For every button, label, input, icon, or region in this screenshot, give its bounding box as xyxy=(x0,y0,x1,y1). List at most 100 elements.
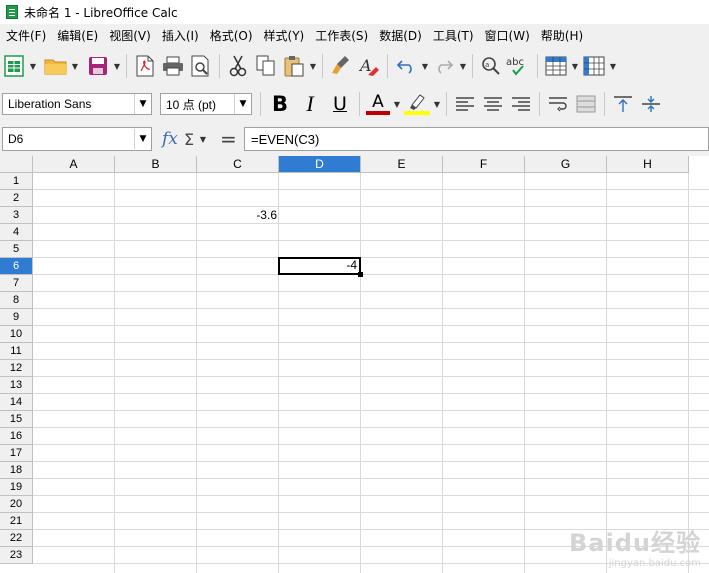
row-header-4[interactable]: 4 xyxy=(0,224,33,241)
menu-format[interactable]: 格式(O) xyxy=(205,27,258,44)
column-header-c[interactable]: C xyxy=(197,156,279,173)
cell-d6[interactable]: -4 xyxy=(278,257,361,275)
row-header-2[interactable]: 2 xyxy=(0,190,33,207)
new-spreadsheet-icon xyxy=(4,55,24,77)
chevron-down-icon[interactable]: ▼ xyxy=(134,94,151,114)
row-header-21[interactable]: 21 xyxy=(0,513,33,530)
font-color-dropdown-chevron-icon[interactable]: ▼ xyxy=(392,90,402,118)
row-header-5[interactable]: 5 xyxy=(0,241,33,258)
row-header-15[interactable]: 15 xyxy=(0,411,33,428)
spreadsheet-grid[interactable]: A B C D E F G H 1 2 3 4 5 6 7 8 9 10 11 12 13 14 15 16 17 18 19 20 2… xyxy=(0,156,709,573)
cell-c3[interactable]: -3.6 xyxy=(197,207,279,224)
row-header-23[interactable]: 23 xyxy=(0,547,33,564)
menu-insert[interactable]: 插入(I) xyxy=(157,27,204,44)
column-dropdown-chevron-icon[interactable]: ▼ xyxy=(608,52,618,80)
row-button[interactable] xyxy=(542,52,570,80)
italic-button[interactable]: I xyxy=(295,90,325,118)
row-header-22[interactable]: 22 xyxy=(0,530,33,547)
column-header-a[interactable]: A xyxy=(33,156,115,173)
row-header-13[interactable]: 13 xyxy=(0,377,33,394)
function-wizard-icon[interactable]: fx xyxy=(162,129,184,149)
row-header-18[interactable]: 18 xyxy=(0,462,33,479)
column-header-g[interactable]: G xyxy=(525,156,607,173)
column-header-f[interactable]: F xyxy=(443,156,525,173)
row-header-7[interactable]: 7 xyxy=(0,275,33,292)
row-header-19[interactable]: 19 xyxy=(0,479,33,496)
row-header-14[interactable]: 14 xyxy=(0,394,33,411)
row-header-16[interactable]: 16 xyxy=(0,428,33,445)
gridline xyxy=(524,173,525,573)
menu-tools[interactable]: 工具(T) xyxy=(428,27,479,44)
merge-cells-button[interactable] xyxy=(572,90,600,118)
redo-button[interactable] xyxy=(430,52,458,80)
fill-handle[interactable] xyxy=(358,272,363,277)
menu-window[interactable]: 窗口(W) xyxy=(480,27,535,44)
clone-formatting-button[interactable] xyxy=(327,52,355,80)
row-dropdown-chevron-icon[interactable]: ▼ xyxy=(570,52,580,80)
bold-button[interactable]: B xyxy=(265,90,295,118)
align-right-button[interactable] xyxy=(507,90,535,118)
formula-equals-icon[interactable]: = xyxy=(220,127,240,151)
select-all-corner[interactable] xyxy=(0,156,33,173)
menu-sheet[interactable]: 工作表(S) xyxy=(310,27,373,44)
row-header-12[interactable]: 12 xyxy=(0,360,33,377)
paste-button[interactable] xyxy=(280,52,308,80)
formula-input[interactable]: =EVEN(C3) xyxy=(244,127,709,151)
row-header-8[interactable]: 8 xyxy=(0,292,33,309)
chevron-down-icon[interactable]: ▼ xyxy=(134,129,151,149)
column-header-e[interactable]: E xyxy=(361,156,443,173)
find-replace-button[interactable]: a xyxy=(477,52,505,80)
align-left-button[interactable] xyxy=(451,90,479,118)
row-header-6[interactable]: 6 xyxy=(0,258,33,275)
row-header-3[interactable]: 3 xyxy=(0,207,33,224)
column-button[interactable] xyxy=(580,52,608,80)
row-header-20[interactable]: 20 xyxy=(0,496,33,513)
new-document-button[interactable] xyxy=(0,52,28,80)
copy-button[interactable] xyxy=(252,52,280,80)
row-header-1[interactable]: 1 xyxy=(0,173,33,190)
sum-icon[interactable]: Σ xyxy=(184,130,198,149)
export-pdf-button[interactable] xyxy=(131,52,159,80)
menu-styles[interactable]: 样式(Y) xyxy=(259,27,310,44)
clear-formatting-button[interactable]: A xyxy=(355,52,383,80)
column-header-h[interactable]: H xyxy=(607,156,689,173)
row-header-17[interactable]: 17 xyxy=(0,445,33,462)
column-header-b[interactable]: B xyxy=(115,156,197,173)
row-header-10[interactable]: 10 xyxy=(0,326,33,343)
center-vertically-button[interactable] xyxy=(637,90,665,118)
align-center-button[interactable] xyxy=(479,90,507,118)
spelling-button[interactable]: abc xyxy=(505,52,533,80)
underline-button[interactable]: U xyxy=(325,90,355,118)
highlight-button[interactable] xyxy=(402,90,432,118)
open-dropdown-chevron-icon[interactable]: ▼ xyxy=(70,52,80,80)
paste-dropdown-chevron-icon[interactable]: ▼ xyxy=(308,52,318,80)
save-dropdown-chevron-icon[interactable]: ▼ xyxy=(112,52,122,80)
chevron-down-icon[interactable]: ▼ xyxy=(234,94,251,114)
font-size-combo[interactable]: 10 点 (pt) ▼ xyxy=(160,93,252,115)
menu-edit[interactable]: 编辑(E) xyxy=(52,27,103,44)
open-button[interactable] xyxy=(42,52,70,80)
redo-dropdown-chevron-icon[interactable]: ▼ xyxy=(458,52,468,80)
column-header-d[interactable]: D xyxy=(279,156,361,173)
save-button[interactable] xyxy=(84,52,112,80)
wrap-text-button[interactable] xyxy=(544,90,572,118)
highlight-dropdown-chevron-icon[interactable]: ▼ xyxy=(432,90,442,118)
undo-button[interactable] xyxy=(392,52,420,80)
sum-dropdown-chevron-icon[interactable]: ▼ xyxy=(198,125,208,153)
name-box[interactable]: D6 ▼ xyxy=(2,127,152,151)
menu-view[interactable]: 视图(V) xyxy=(104,27,156,44)
font-name-combo[interactable]: Liberation Sans ▼ xyxy=(2,93,152,115)
row-header-11[interactable]: 11 xyxy=(0,343,33,360)
menu-data[interactable]: 数据(D) xyxy=(374,27,427,44)
row-header-9[interactable]: 9 xyxy=(0,309,33,326)
new-dropdown-chevron-icon[interactable]: ▼ xyxy=(28,52,38,80)
align-top-button[interactable] xyxy=(609,90,637,118)
gridline xyxy=(688,173,689,573)
undo-dropdown-chevron-icon[interactable]: ▼ xyxy=(420,52,430,80)
cut-button[interactable] xyxy=(224,52,252,80)
print-button[interactable] xyxy=(159,52,187,80)
menu-help[interactable]: 帮助(H) xyxy=(536,27,588,44)
menu-file[interactable]: 文件(F) xyxy=(1,27,51,44)
print-preview-button[interactable] xyxy=(187,52,215,80)
font-color-button[interactable]: A xyxy=(364,90,392,118)
